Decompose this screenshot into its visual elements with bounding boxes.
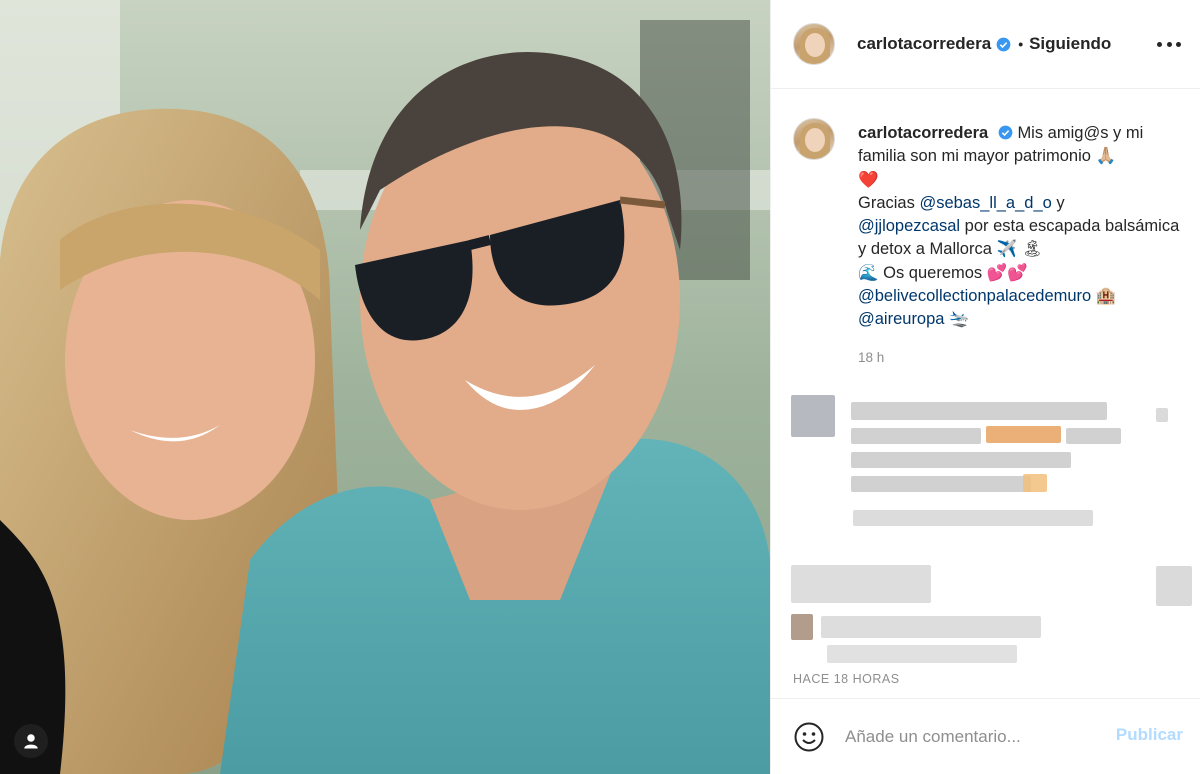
caption-avatar[interactable] [793,118,835,160]
caption-text: carlotacorredera Mis amig@s y mi familia… [858,122,1180,369]
comment-bar: Publicar [771,698,1200,774]
caption-emoji-plane: 🛬 [949,310,970,329]
caption-heart: ❤️ [858,170,879,189]
caption-gracias: Gracias [858,193,915,212]
verified-badge-icon [996,37,1011,51]
publish-button[interactable]: Publicar [1116,725,1183,745]
caption-y: y [1056,193,1065,212]
caption-username[interactable]: carlotacorredera [858,124,988,142]
mention-link[interactable]: @aireuropa [858,310,944,328]
separator-dot: • [1018,36,1024,52]
user-tag-icon [24,734,38,749]
caption-line4: 🌊 Os queremos 💕💕 [858,263,1028,282]
caption-emoji-hotel: 🏨 [1095,287,1117,306]
user-tag-button[interactable] [14,724,48,758]
mention-link[interactable]: @jjlopezcasal [858,217,960,235]
photo-scene [0,0,770,774]
caption-timestamp[interactable]: 18 h [858,346,1180,369]
mention-link[interactable]: @belivecollectionpalacedemuro [858,287,1091,305]
mention-link[interactable]: @sebas_ll_a_d_o [919,194,1051,212]
post-side-panel: carlotacorredera • Siguiendo carlotacorr… [770,0,1200,774]
more-options-icon[interactable] [1157,36,1181,52]
post-caption: carlotacorredera Mis amig@s y mi familia… [793,118,1193,369]
post-header: carlotacorredera • Siguiendo [771,0,1200,89]
emoji-icon[interactable] [793,721,825,753]
author-avatar[interactable] [793,23,835,65]
post-photo[interactable] [0,0,770,774]
following-button[interactable]: Siguiendo [1029,34,1111,54]
author-username[interactable]: carlotacorredera [857,34,991,54]
comment-input[interactable] [845,721,1095,752]
verified-badge-icon [998,125,1013,140]
post-age[interactable]: HACE 18 HORAS [793,672,900,686]
